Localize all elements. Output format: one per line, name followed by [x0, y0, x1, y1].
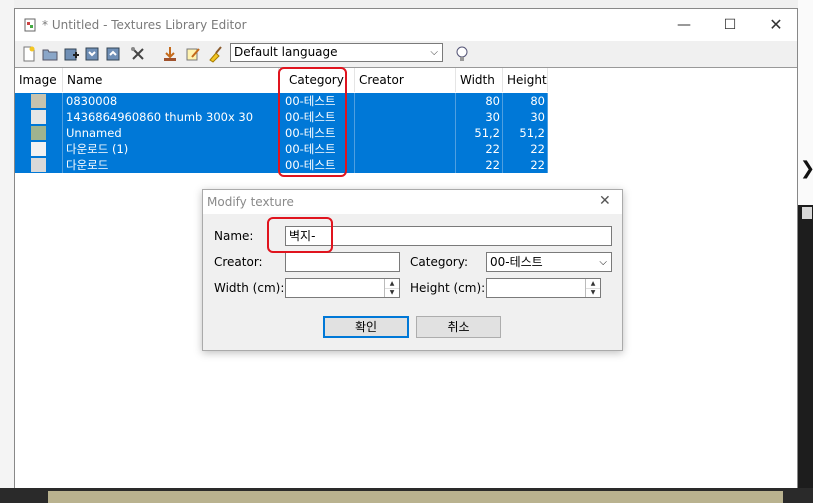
texture-thumbnail-cell: [15, 125, 63, 141]
close-window-button[interactable]: ✕: [753, 9, 799, 41]
row-name: 다운로드 (1): [63, 141, 279, 157]
spinner-down-icon[interactable]: ▼: [385, 288, 399, 297]
row-width: 30: [456, 109, 503, 125]
language-select[interactable]: Default language ⌵: [230, 43, 443, 62]
tools-icon[interactable]: [129, 45, 147, 63]
chevron-down-icon: ⌵: [599, 257, 607, 268]
texture-thumbnail-cell: [15, 109, 63, 125]
texture-thumbnail: [31, 94, 46, 108]
creator-label: Creator:: [214, 255, 263, 269]
texture-thumbnail: [31, 158, 46, 172]
column-header-height[interactable]: Height: [503, 68, 548, 92]
import-icon[interactable]: [83, 45, 101, 63]
width-input[interactable]: ▲ ▼: [285, 278, 400, 298]
title-bar: * Untitled - Textures Library Editor — ☐…: [15, 9, 797, 41]
texture-thumbnail-cell: [15, 141, 63, 157]
spinner-down-icon[interactable]: ▼: [586, 288, 600, 297]
category-select[interactable]: 00-테스트 ⌵: [486, 252, 612, 272]
row-width: 22: [456, 157, 503, 173]
row-height: 30: [503, 109, 548, 125]
name-input[interactable]: 벽지-: [285, 226, 612, 246]
row-name: Unnamed: [63, 125, 279, 141]
cancel-button[interactable]: 취소: [416, 316, 501, 338]
modify-texture-dialog: Modify texture ✕ Name: 벽지- Creator: Cate…: [202, 189, 623, 351]
open-folder-icon[interactable]: [41, 45, 59, 63]
row-width: 51,2: [456, 125, 503, 141]
texture-thumbnail: [31, 142, 46, 156]
row-creator: [355, 93, 456, 109]
chevron-down-icon: ⌵: [430, 47, 438, 58]
row-creator: [355, 125, 456, 141]
dialog-close-icon[interactable]: ✕: [599, 193, 611, 209]
language-select-value: Default language: [234, 45, 338, 59]
texture-thumbnail: [31, 126, 46, 140]
row-creator: [355, 109, 456, 125]
category-column-highlight: [278, 67, 347, 177]
height-spinner[interactable]: ▲ ▼: [585, 279, 600, 297]
texture-thumbnail-cell: [15, 157, 63, 173]
column-header-image[interactable]: Image: [15, 68, 63, 92]
row-height: 22: [503, 141, 548, 157]
background-dark-panel: [798, 205, 813, 503]
texture-thumbnail-cell: [15, 93, 63, 109]
row-width: 22: [456, 141, 503, 157]
add-texture-icon[interactable]: [62, 45, 80, 63]
row-name: 1436864960860 thumb 300x 30: [63, 109, 279, 125]
minimize-button[interactable]: —: [661, 9, 707, 41]
row-height: 51,2: [503, 125, 548, 141]
download-icon[interactable]: [161, 45, 179, 63]
width-label: Width (cm):: [214, 281, 285, 295]
column-header-width[interactable]: Width: [456, 68, 503, 92]
row-name: 0830008: [63, 93, 279, 109]
row-width: 80: [456, 93, 503, 109]
app-icon: [24, 18, 36, 32]
height-input[interactable]: ▲ ▼: [486, 278, 601, 298]
category-select-value: 00-테스트: [490, 255, 543, 269]
column-header-name[interactable]: Name: [63, 68, 279, 92]
row-name: 다운로드: [63, 157, 279, 173]
background-bottom-strip: [0, 488, 813, 503]
window-title: * Untitled - Textures Library Editor: [42, 18, 247, 32]
name-label: Name:: [214, 229, 254, 243]
background-left-strip: [0, 0, 14, 488]
dialog-title-bar: Modify texture ✕: [203, 190, 622, 214]
dialog-title: Modify texture: [207, 195, 294, 209]
row-creator: [355, 141, 456, 157]
row-height: 80: [503, 93, 548, 109]
texture-thumbnail: [31, 110, 46, 124]
background-right-strip: ❯: [798, 0, 813, 503]
creator-input[interactable]: [285, 252, 400, 272]
column-header-creator[interactable]: Creator: [355, 68, 456, 92]
category-label: Category:: [410, 255, 468, 269]
export-icon[interactable]: [104, 45, 122, 63]
lightbulb-icon[interactable]: [453, 45, 471, 63]
new-file-icon[interactable]: [20, 45, 38, 63]
ok-button[interactable]: 확인: [323, 316, 409, 338]
height-label: Height (cm):: [410, 281, 486, 295]
chevron-right-icon[interactable]: ❯: [800, 158, 813, 179]
row-creator: [355, 157, 456, 173]
row-height: 22: [503, 157, 548, 173]
toolbar: Default language ⌵: [15, 41, 797, 67]
width-spinner[interactable]: ▲ ▼: [384, 279, 399, 297]
edit-icon[interactable]: [184, 45, 202, 63]
maximize-button[interactable]: ☐: [707, 9, 753, 41]
clean-icon[interactable]: [206, 45, 224, 63]
name-input-highlight: [267, 217, 333, 253]
